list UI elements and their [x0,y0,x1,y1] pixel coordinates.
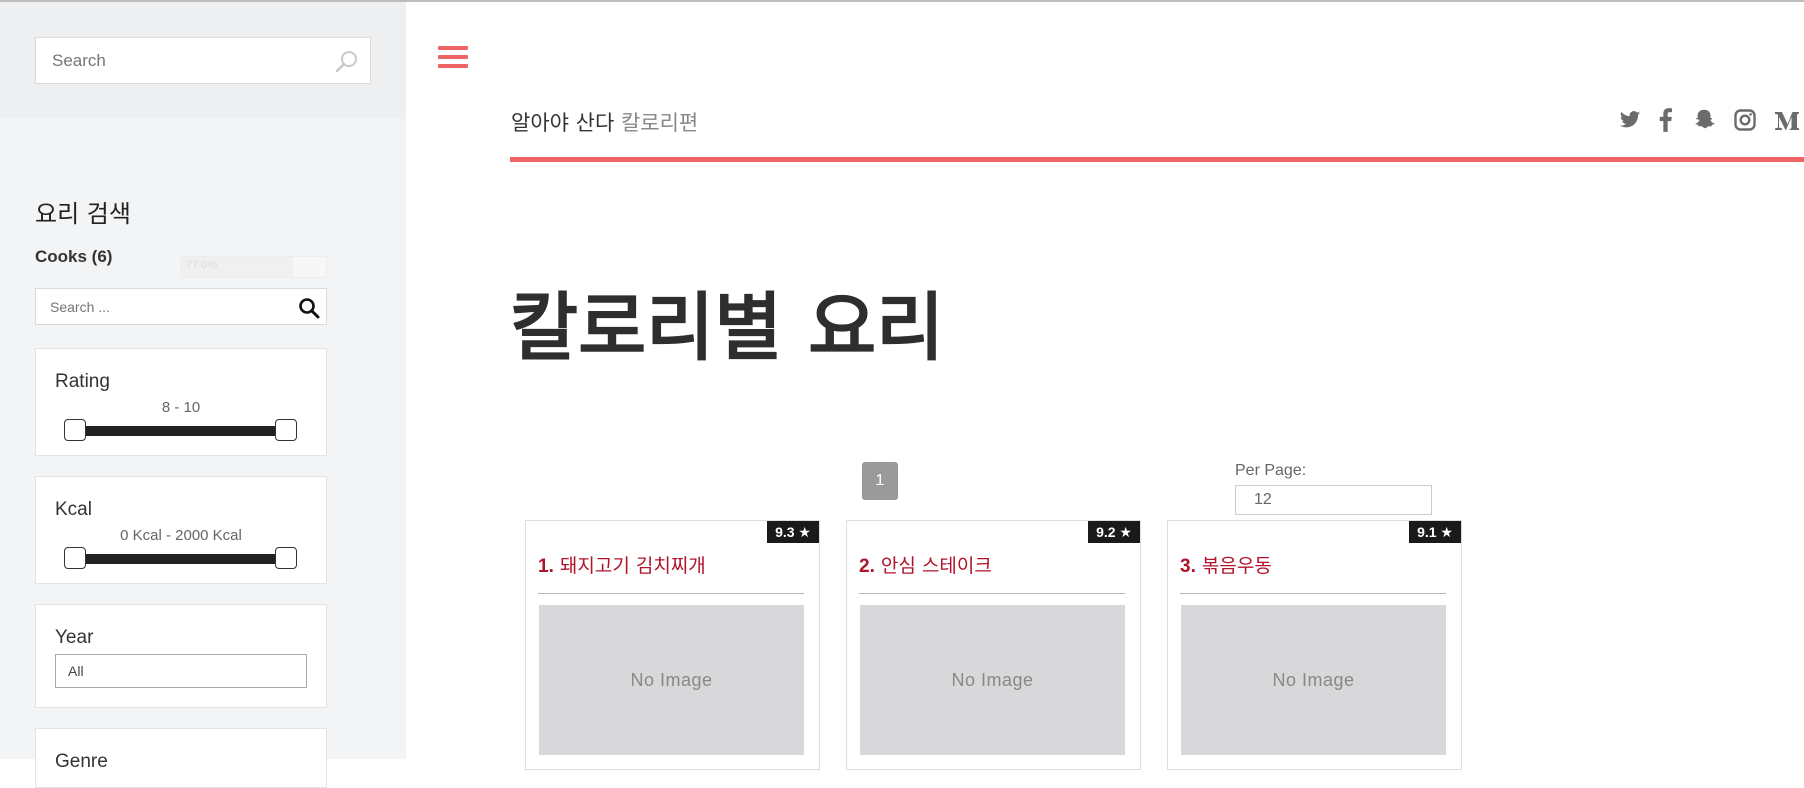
year-select[interactable]: All [55,654,307,688]
cook-search-box[interactable] [35,288,327,325]
recipe-name: 볶음우동 [1201,555,1272,577]
hamburger-icon [438,46,468,50]
brand-primary: 알아야 산다 [511,111,615,135]
card-divider [859,593,1125,594]
rating-value: 9.1 [1417,524,1437,540]
rating-filter: Rating 8 - 10 [35,348,327,456]
sidebar-search-area [0,2,406,119]
recipe-card[interactable]: 9.3 ★ 1. 돼지고기 김치찌개 No Image [525,520,820,770]
twitter-icon[interactable] [1619,110,1641,135]
recipe-image-placeholder[interactable]: No Image [860,605,1125,755]
kcal-slider-track[interactable] [76,554,284,564]
page-title: 칼로리별 요리 [510,285,945,371]
hamburger-icon-bar [438,64,468,68]
cooks-count: Cooks (6) [35,247,113,266]
rating-value: 9.3 [775,524,795,540]
year-label: Year [55,627,94,648]
kcal-range-text: 0 Kcal - 2000 Kcal [120,527,242,544]
rating-range-text: 8 - 10 [161,399,201,416]
recipe-rank: 2. [859,556,875,577]
recipe-name: 안심 스테이크 [880,555,992,577]
recipe-title[interactable]: 1. 돼지고기 김치찌개 [538,551,706,578]
card-divider [1180,593,1446,594]
header-divider [510,157,1804,162]
rating-slider-max-handle[interactable] [275,419,297,441]
rating-badge: 9.3 ★ [767,521,819,543]
brand-secondary: 칼로리편 [620,111,699,135]
recipe-rank: 1. [538,556,554,577]
rating-badge: 9.2 ★ [1088,521,1140,543]
pagination-page-button[interactable]: 1 [862,462,898,500]
facebook-icon[interactable] [1659,108,1672,137]
sidebar: 요리 검색 Cooks (6) 77.0% Rating 8 - 10 Kcal… [0,2,406,788]
snapchat-icon[interactable] [1694,109,1716,136]
recipe-image-placeholder[interactable]: No Image [539,605,804,755]
per-page-select[interactable]: 12 [1235,485,1432,515]
site-search-input[interactable] [36,38,326,83]
recipe-title[interactable]: 3. 볶음우동 [1180,551,1272,578]
recipe-image-placeholder[interactable]: No Image [1181,605,1446,755]
genre-label: Genre [55,751,108,772]
site-brand[interactable]: 알아야 산다 칼로리편 [511,107,698,137]
kcal-slider-max-handle[interactable] [275,547,297,569]
medium-icon[interactable] [1774,111,1800,136]
rating-badge: 9.1 ★ [1409,521,1461,543]
cook-search-input[interactable] [36,289,276,324]
search-icon[interactable] [334,48,360,79]
cooks-progress-text: 77.0% [186,259,218,271]
section-title: 요리 검색 [35,200,131,228]
rating-slider-min-handle[interactable] [64,419,86,441]
cooks-progress-bar: 77.0% [181,256,327,278]
kcal-slider-min-handle[interactable] [64,547,86,569]
genre-filter: Genre [35,728,327,788]
hamburger-icon-bar [438,55,468,59]
recipe-card[interactable]: 9.2 ★ 2. 안심 스테이크 No Image [846,520,1141,770]
kcal-filter: Kcal 0 Kcal - 2000 Kcal [35,476,327,584]
recipe-name: 돼지고기 김치찌개 [559,555,706,577]
recipe-rank: 3. [1180,556,1196,577]
rating-slider-track[interactable] [76,426,284,436]
year-filter: Year All [35,604,327,708]
menu-toggle-button[interactable] [438,46,468,72]
instagram-icon[interactable] [1734,109,1756,136]
rating-value: 9.2 [1096,524,1116,540]
recipe-card[interactable]: 9.1 ★ 3. 볶음우동 No Image [1167,520,1462,770]
kcal-label: Kcal [55,499,92,520]
search-icon[interactable] [298,297,320,324]
rating-label: Rating [55,371,110,392]
site-search-box[interactable] [35,37,371,84]
recipe-title[interactable]: 2. 안심 스테이크 [859,551,992,578]
per-page-label: Per Page: [1235,462,1307,479]
card-divider [538,593,804,594]
